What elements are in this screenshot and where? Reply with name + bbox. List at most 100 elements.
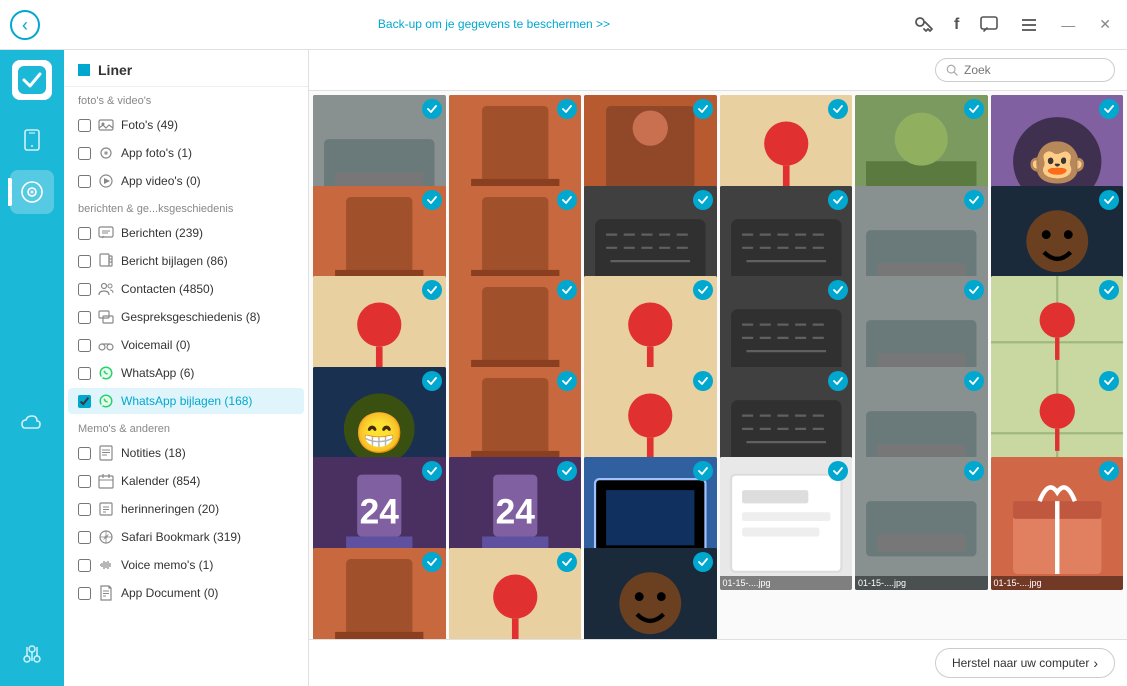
- tree-item-notes[interactable]: Notities (18): [68, 440, 304, 466]
- tree-item-whatsapp[interactable]: WhatsApp (6): [68, 360, 304, 386]
- checkbox-app-videos[interactable]: [78, 175, 91, 188]
- checkbox-msg-attachments[interactable]: [78, 255, 91, 268]
- check-icon: [964, 371, 984, 391]
- msg-attachments-icon: [97, 252, 115, 270]
- tree-item-whatsapp-attachments[interactable]: WhatsApp bijlagen (168): [68, 388, 304, 414]
- photo-cell[interactable]: 01-15-....jpg: [855, 457, 988, 590]
- main-layout: Liner foto's & video's Foto's (49): [0, 50, 1127, 686]
- svg-text:🐵: 🐵: [1027, 136, 1088, 190]
- notes-label: Notities (18): [121, 446, 186, 460]
- check-icon: [1099, 99, 1119, 119]
- nav-music[interactable]: [10, 170, 54, 214]
- whatsapp-icon: [97, 364, 115, 382]
- close-button[interactable]: ✕: [1093, 14, 1117, 35]
- app-document-label: App Document (0): [121, 586, 218, 600]
- check-icon: [693, 371, 713, 391]
- check-icon: [693, 552, 713, 572]
- tree-item-app-videos[interactable]: App video's (0): [68, 168, 304, 194]
- photo-label: 01-15-....jpg: [720, 576, 853, 590]
- title-bar-right: f — ✕: [908, 10, 1117, 40]
- voice-memos-icon: [97, 556, 115, 574]
- photo-grid: 01-21-....jpg01-2...humb01-21-....jpg01-…: [309, 91, 1127, 639]
- contacts-icon: [97, 280, 115, 298]
- checkbox-calendar[interactable]: [78, 475, 91, 488]
- check-icon: [828, 461, 848, 481]
- backup-link[interactable]: Back-up om je gegevens te beschermen >>: [378, 16, 610, 33]
- search-icon: [946, 63, 958, 77]
- checkbox-contacts[interactable]: [78, 283, 91, 296]
- nav-cloud[interactable]: [10, 401, 54, 445]
- checkbox-app-photos[interactable]: [78, 147, 91, 160]
- reminders-icon: [97, 500, 115, 518]
- section-header-media: foto's & video's: [64, 87, 308, 111]
- tree-item-voicemail[interactable]: Voicemail (0): [68, 332, 304, 358]
- photo-cell[interactable]: [449, 548, 582, 640]
- user-icon-button[interactable]: [908, 10, 938, 40]
- back-icon: ‹: [22, 16, 28, 34]
- check-icon: [422, 371, 442, 391]
- svg-text:😁: 😁: [355, 411, 405, 455]
- panel: Liner foto's & video's Foto's (49): [64, 50, 309, 686]
- photo-cell[interactable]: [313, 548, 446, 640]
- menu-button[interactable]: [1015, 11, 1043, 39]
- restore-chevron-icon: ›: [1093, 655, 1098, 671]
- check-icon: [422, 99, 442, 119]
- tree-item-conversations[interactable]: Gespreksgeschiedenis (8): [68, 304, 304, 330]
- icon-bar: [0, 50, 64, 686]
- checkbox-voicemail[interactable]: [78, 339, 91, 352]
- checkbox-photos[interactable]: [78, 119, 91, 132]
- panel-title: Liner: [98, 62, 132, 78]
- chat-button[interactable]: [975, 11, 1003, 39]
- check-icon: [693, 280, 713, 300]
- search-input[interactable]: [964, 63, 1104, 77]
- checkbox-whatsapp-attachments[interactable]: [78, 395, 91, 408]
- liner-indicator: [78, 64, 90, 76]
- checkbox-app-document[interactable]: [78, 587, 91, 600]
- photos-label: Foto's (49): [121, 118, 178, 132]
- tree-item-reminders[interactable]: herinneringen (20): [68, 496, 304, 522]
- back-button[interactable]: ‹: [10, 10, 40, 40]
- svg-text:24: 24: [360, 492, 400, 531]
- checkbox-notes[interactable]: [78, 447, 91, 460]
- checkbox-conversations[interactable]: [78, 311, 91, 324]
- calendar-icon: [97, 472, 115, 490]
- restore-button[interactable]: Herstel naar uw computer ›: [935, 648, 1115, 678]
- photo-cell[interactable]: 01-15-....jpg: [720, 457, 853, 590]
- tree-item-msg-attachments[interactable]: Bericht bijlagen (86): [68, 248, 304, 274]
- search-box[interactable]: [935, 58, 1115, 82]
- nav-tools[interactable]: [10, 632, 54, 676]
- tree-item-safari[interactable]: Safari Bookmark (319): [68, 524, 304, 550]
- check-icon: [1099, 280, 1119, 300]
- tree-item-photos[interactable]: Foto's (49): [68, 112, 304, 138]
- check-icon: [422, 461, 442, 481]
- check-icon: [964, 461, 984, 481]
- minimize-button[interactable]: —: [1055, 15, 1081, 35]
- checkbox-whatsapp[interactable]: [78, 367, 91, 380]
- photo-cell[interactable]: 01-15-....jpg: [991, 457, 1124, 590]
- title-bar: ‹ Back-up om je gegevens te beschermen >…: [0, 0, 1127, 50]
- app-photos-icon: [97, 144, 115, 162]
- tree-item-app-photos[interactable]: App foto's (1): [68, 140, 304, 166]
- tree-item-voice-memos[interactable]: Voice memo's (1): [68, 552, 304, 578]
- checkbox-reminders[interactable]: [78, 503, 91, 516]
- checkbox-safari[interactable]: [78, 531, 91, 544]
- checkbox-voice-memos[interactable]: [78, 559, 91, 572]
- nav-phone[interactable]: [10, 118, 54, 162]
- checkbox-messages[interactable]: [78, 227, 91, 240]
- voicemail-label: Voicemail (0): [121, 338, 190, 352]
- messages-label: Berichten (239): [121, 226, 203, 240]
- tree-item-contacts[interactable]: Contacten (4850): [68, 276, 304, 302]
- check-icon: [964, 99, 984, 119]
- check-icon: [828, 190, 848, 210]
- photo-cell[interactable]: [584, 548, 717, 640]
- photo-label: 01-15-....jpg: [991, 576, 1124, 590]
- messages-icon: [97, 224, 115, 242]
- tree-item-calendar[interactable]: Kalender (854): [68, 468, 304, 494]
- check-icon: [1099, 371, 1119, 391]
- check-icon: [693, 190, 713, 210]
- check-icon: [964, 280, 984, 300]
- tree-item-app-document[interactable]: App Document (0): [68, 580, 304, 606]
- tree-item-messages[interactable]: Berichten (239): [68, 220, 304, 246]
- check-icon: [828, 280, 848, 300]
- facebook-button[interactable]: f: [950, 12, 963, 38]
